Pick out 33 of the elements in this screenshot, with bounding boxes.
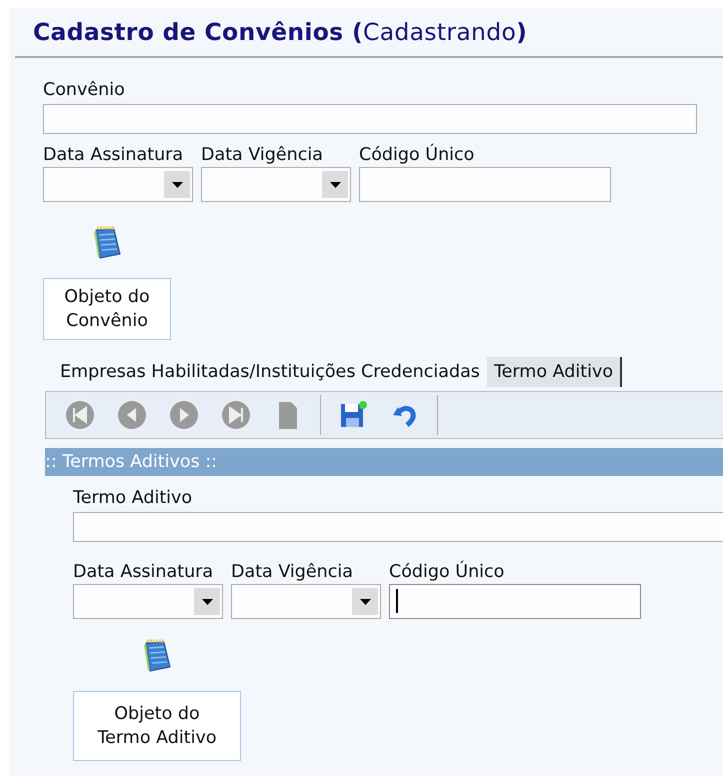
date-dropdown[interactable] [201, 167, 351, 202]
field-label: Data Assinatura [43, 144, 184, 167]
dropdown-arrow-icon [172, 182, 182, 188]
field-label: Convênio [43, 79, 126, 102]
text-field[interactable] [43, 104, 697, 134]
date-dropdown[interactable] [43, 167, 193, 202]
object-button[interactable]: Objeto do Convênio [43, 278, 171, 340]
first-record-icon [64, 399, 96, 431]
dropdown-arrow-icon [330, 182, 340, 188]
notepad-icon [142, 639, 172, 673]
text-field[interactable] [73, 512, 723, 542]
dropdown-arrow-icon [202, 598, 212, 604]
field-label: Código Único [389, 560, 504, 584]
section-header: :: Termos Aditivos :: [45, 448, 723, 476]
page-title: Cadastro de Convênios (Cadastrando) [15, 8, 723, 58]
tab[interactable]: Termo Aditivo [486, 357, 622, 387]
field-label: Data Vigência [231, 561, 353, 584]
field-label: Termo Aditivo [73, 487, 194, 510]
date-dropdown[interactable] [73, 584, 223, 619]
field-label: Data Vigência [201, 144, 323, 167]
text-field[interactable] [389, 584, 641, 619]
dropdown-arrow-icon [360, 598, 370, 604]
next-icon [168, 399, 200, 431]
field-label: Data Assinatura [73, 561, 214, 584]
notepad-icon [92, 226, 122, 260]
last-record-icon [220, 399, 252, 431]
previous-icon [116, 399, 148, 431]
field-label: Código Único [359, 143, 474, 167]
text-field[interactable] [359, 167, 611, 202]
object-button[interactable]: Objeto do Termo Aditivo [73, 691, 241, 761]
text-cursor [396, 589, 398, 613]
date-dropdown[interactable] [231, 584, 381, 619]
tab[interactable]: Empresas Habilitadas/Instituições Credenciadas [53, 357, 487, 387]
